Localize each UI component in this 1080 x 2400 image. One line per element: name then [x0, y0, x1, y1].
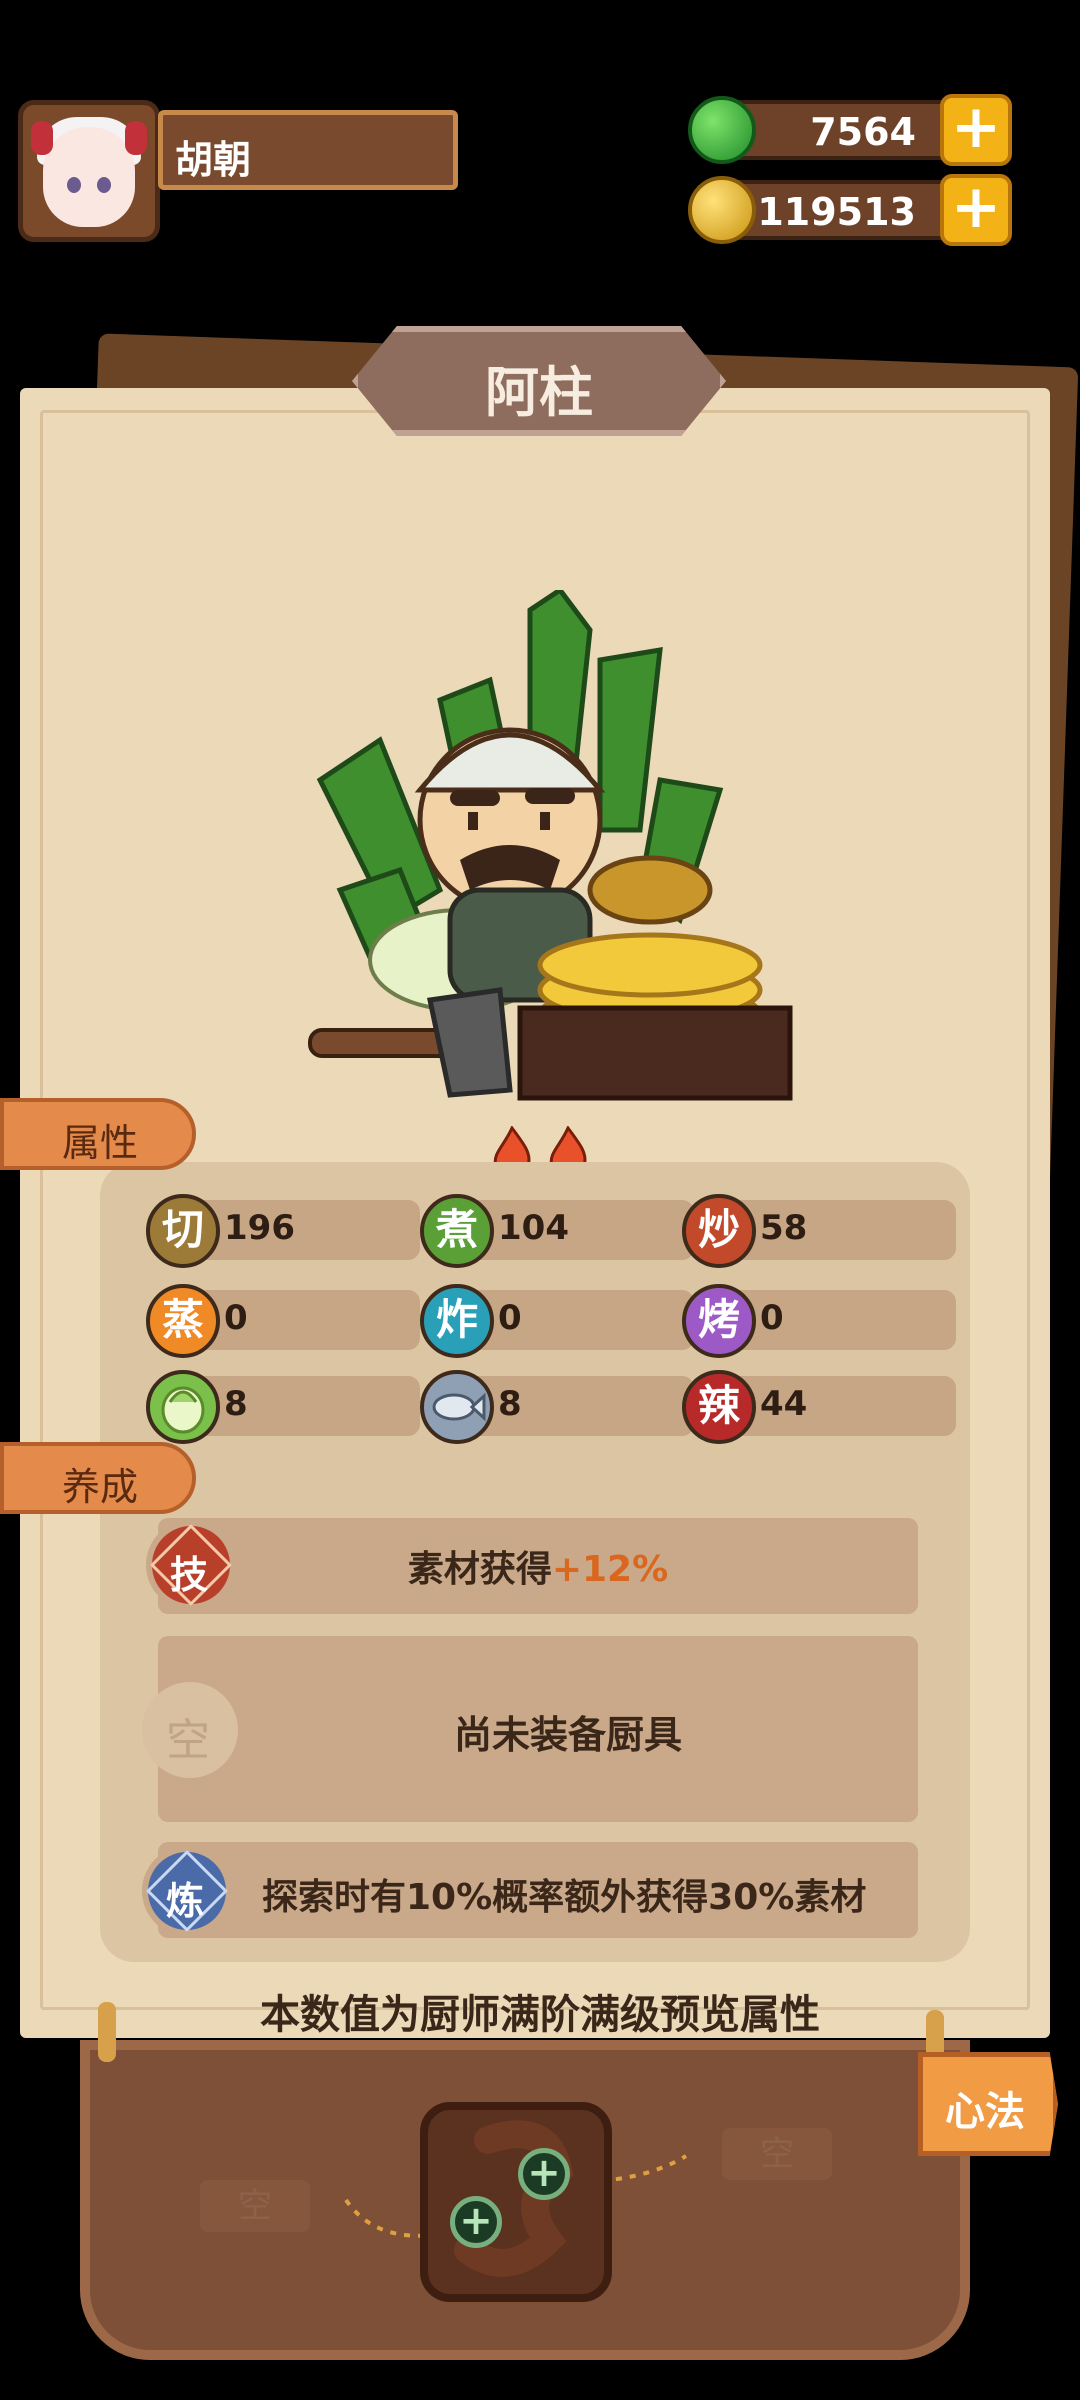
stat-炸-icon: 炸 [420, 1284, 494, 1358]
stat-value: 8 [224, 1384, 248, 1424]
stat-value: 58 [760, 1208, 808, 1248]
skill-text: 素材获得+12% [158, 1540, 918, 1592]
right-empty-slot[interactable]: 空 [722, 2128, 832, 2180]
chef-name-plate: 阿柱 [352, 326, 726, 436]
stat-value: 0 [224, 1298, 248, 1338]
cabbage-icon [146, 1370, 220, 1444]
player-name: 胡朝 [175, 138, 252, 182]
fish-icon [420, 1370, 494, 1444]
jade-counter: 7564 + [688, 94, 1012, 166]
add-jade-button[interactable]: + [940, 94, 1012, 166]
left-empty-slot[interactable]: 空 [200, 2180, 310, 2232]
chef-illustration [308, 590, 793, 1101]
preview-note: 本数值为厨师满阶满级预览属性 [260, 1992, 820, 2038]
stat-value: 44 [760, 1384, 808, 1424]
tab-training-label: 养成 [62, 1465, 139, 1509]
player-name-box: 胡朝 [158, 110, 458, 190]
add-coins-button[interactable]: + [940, 174, 1012, 246]
tab-training[interactable]: 养成 [0, 1442, 196, 1514]
stat-value: 8 [498, 1384, 522, 1424]
tab-attributes[interactable]: 属性 [0, 1098, 196, 1170]
heart-method-label: 心法 [945, 2089, 1025, 2135]
equipment-text: 尚未装备厨具 [453, 1713, 682, 1757]
stat-value: 0 [498, 1298, 522, 1338]
jade-value: 7564 [810, 110, 916, 154]
stat-value: 196 [224, 1208, 295, 1248]
refine-text: 探索时有10%概率额外获得30%素材 [262, 1877, 867, 1918]
stat-煮-icon: 煮 [420, 1194, 494, 1268]
stat-value: 104 [498, 1208, 569, 1248]
skill-text-prefix: 素材获得 [407, 1549, 552, 1590]
stat-蒸-icon: 蒸 [146, 1284, 220, 1358]
stat-辣-icon: 辣 [682, 1370, 756, 1444]
coin-counter: 119513 + [688, 174, 1012, 246]
refine-icon-label: 炼 [166, 1879, 205, 1923]
refine-icon-wrap: 炼 [142, 1846, 232, 1936]
add-slot-icon[interactable]: + [518, 2148, 570, 2200]
chef-name: 阿柱 [485, 361, 593, 424]
tab-attributes-label: 属性 [62, 1121, 139, 1165]
heart-method-center-slot[interactable] [420, 2102, 612, 2302]
coin-icon [688, 176, 756, 244]
stat-value: 0 [760, 1298, 784, 1338]
jade-icon [688, 96, 756, 164]
scroll-pin [98, 2002, 116, 2062]
stat-烤-icon: 烤 [682, 1284, 756, 1358]
player-avatar[interactable] [18, 100, 160, 242]
stat-切-icon: 切 [146, 1194, 220, 1268]
skill-bonus: +12% [551, 1549, 669, 1590]
stat-炒-icon: 炒 [682, 1194, 756, 1268]
heart-method-button[interactable]: 心法 [918, 2052, 1058, 2156]
coin-value: 119513 [757, 190, 916, 234]
add-slot-icon[interactable]: + [450, 2196, 502, 2248]
